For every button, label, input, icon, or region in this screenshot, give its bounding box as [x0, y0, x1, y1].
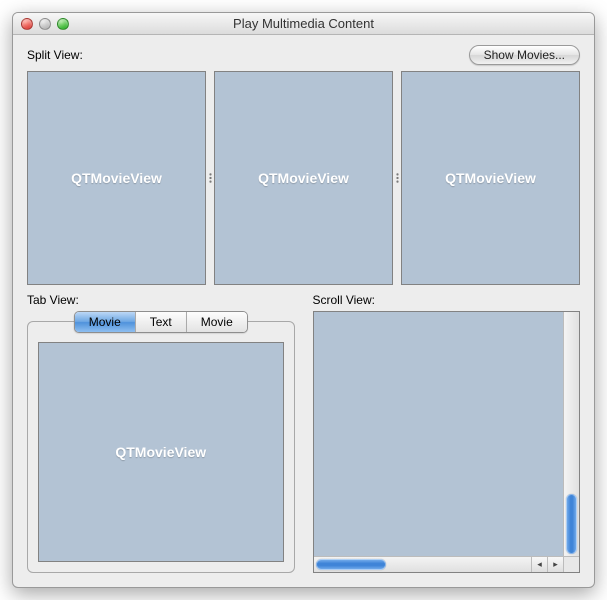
tab-label: Text	[150, 315, 172, 329]
movie-placeholder: QTMovieView	[258, 170, 349, 186]
scroll-right-button[interactable]: ▸	[547, 557, 563, 572]
scroll-view-label: Scroll View:	[313, 293, 581, 307]
titlebar: Play Multimedia Content	[13, 13, 594, 35]
tab-view: Movie Text Movie QTMovieView	[27, 321, 295, 573]
split-pane-2[interactable]: QTMovieView	[401, 71, 580, 285]
tab-label: Movie	[89, 315, 121, 329]
scroll-view-column: Scroll View: ◂ ▸	[313, 293, 581, 573]
bottom-row: Tab View: Movie Text Movie	[27, 293, 580, 573]
tab-text[interactable]: Text	[136, 312, 187, 332]
movie-placeholder: QTMovieView	[445, 170, 536, 186]
minimize-button[interactable]	[39, 18, 51, 30]
tab-view-column: Tab View: Movie Text Movie	[27, 293, 295, 573]
tab-view-label: Tab View:	[27, 293, 295, 307]
horizontal-scrollbar[interactable]: ◂ ▸	[314, 556, 564, 572]
close-button[interactable]	[21, 18, 33, 30]
vertical-scrollbar[interactable]	[563, 312, 579, 556]
horizontal-scroll-arrows: ◂ ▸	[531, 557, 563, 572]
split-view: QTMovieView QTMovieView QTMovieView	[27, 71, 580, 285]
split-divider-0[interactable]	[206, 71, 214, 285]
movie-placeholder: QTMovieView	[115, 444, 206, 460]
top-row: Split View: Show Movies...	[27, 45, 580, 65]
tab-bar: Movie Text Movie	[74, 311, 248, 333]
window-title: Play Multimedia Content	[13, 16, 594, 31]
scroll-view: ◂ ▸	[313, 311, 581, 573]
tab-content-movie[interactable]: QTMovieView	[38, 342, 284, 562]
movie-placeholder: QTMovieView	[71, 170, 162, 186]
vertical-scroll-thumb[interactable]	[566, 494, 577, 554]
split-pane-0[interactable]: QTMovieView	[27, 71, 206, 285]
split-divider-1[interactable]	[393, 71, 401, 285]
split-pane-1[interactable]: QTMovieView	[214, 71, 393, 285]
tab-label: Movie	[201, 315, 233, 329]
show-movies-button[interactable]: Show Movies...	[469, 45, 580, 65]
tab-movie-1[interactable]: Movie	[75, 312, 136, 332]
scroll-content[interactable]	[314, 312, 564, 556]
scroll-corner	[563, 556, 579, 572]
split-view-label: Split View:	[27, 48, 83, 62]
traffic-lights	[21, 18, 69, 30]
window-content: Split View: Show Movies... QTMovieView Q…	[13, 35, 594, 587]
tab-movie-2[interactable]: Movie	[187, 312, 247, 332]
zoom-button[interactable]	[57, 18, 69, 30]
window: Play Multimedia Content Split View: Show…	[12, 12, 595, 588]
horizontal-scroll-thumb[interactable]	[316, 559, 386, 570]
scroll-left-button[interactable]: ◂	[531, 557, 547, 572]
